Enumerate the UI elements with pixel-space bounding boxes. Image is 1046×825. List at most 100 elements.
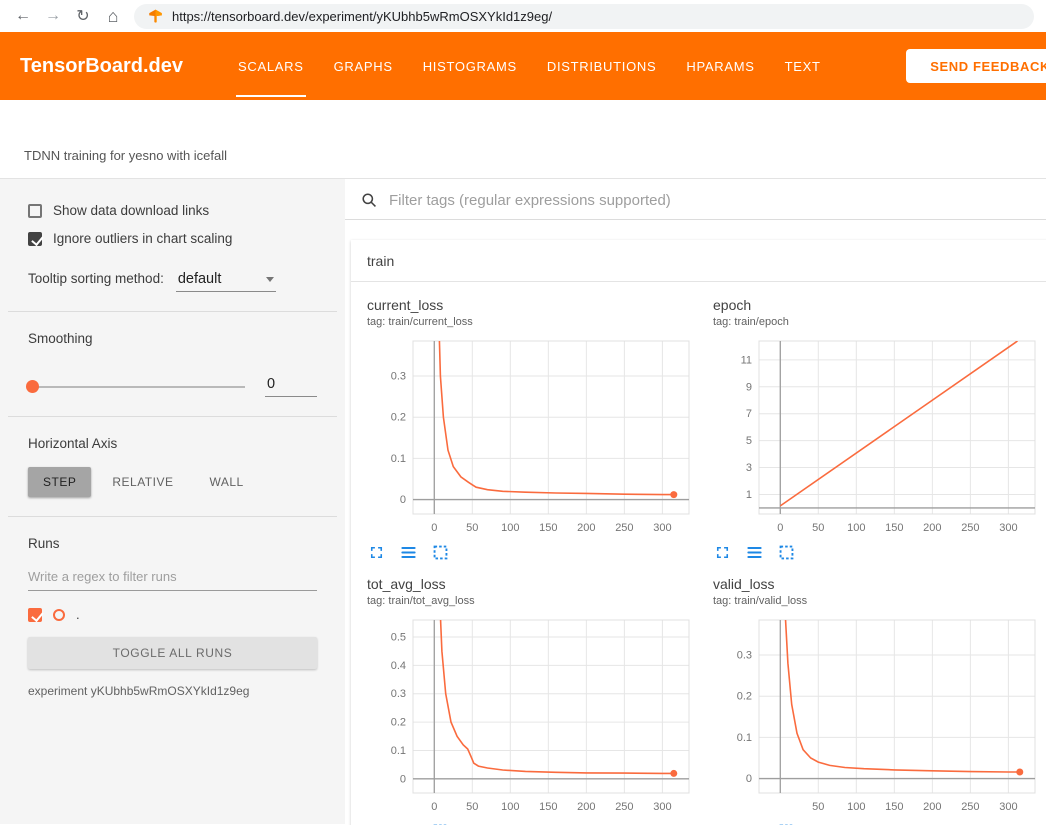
line-chart[interactable]: 05010015020025030000.10.20.3	[367, 335, 697, 540]
ignore-outliers-label: Ignore outliers in chart scaling	[53, 231, 232, 246]
search-icon	[361, 192, 378, 209]
ignore-outliers-row[interactable]: Ignore outliers in chart scaling	[28, 231, 317, 246]
svg-text:50: 50	[812, 801, 824, 813]
smoothing-label: Smoothing	[28, 331, 317, 346]
svg-text:0.5: 0.5	[391, 632, 406, 644]
train-section-header[interactable]: train	[351, 240, 1046, 282]
chart-grid: current_loss tag: train/current_loss 0 50…	[351, 282, 1046, 825]
slider-thumb[interactable]	[26, 380, 39, 393]
tab-text[interactable]: TEXT	[770, 32, 836, 100]
nav-tabs: SCALARS GRAPHS HISTOGRAMS DISTRIBUTIONS …	[223, 32, 836, 100]
browser-toolbar: ← → ↻ ⌂ https://tensorboard.dev/experime…	[0, 0, 1046, 32]
chart-tag: tag: train/epoch	[713, 316, 1043, 328]
divider	[8, 311, 337, 312]
svg-text:0.1: 0.1	[737, 732, 752, 744]
svg-text:250: 250	[615, 522, 633, 534]
expand-chart-icon[interactable]	[713, 543, 732, 562]
chart-card-valid-loss: valid_loss tag: train/valid_loss 5010015…	[713, 576, 1043, 825]
svg-text:0: 0	[746, 773, 752, 785]
tab-histograms[interactable]: HISTOGRAMS	[408, 32, 532, 100]
tooltip-sorting-dropdown[interactable]: default	[176, 270, 276, 292]
smoothing-value[interactable]: 0	[265, 376, 317, 397]
svg-text:150: 150	[885, 801, 903, 813]
run-checkbox[interactable]	[28, 608, 42, 622]
svg-text:150: 150	[885, 522, 903, 534]
horizontal-axis-label: Horizontal Axis	[28, 436, 317, 451]
chevron-down-icon	[266, 277, 274, 282]
send-feedback-button[interactable]: SEND FEEDBACK	[906, 49, 1046, 83]
svg-text:0.3: 0.3	[391, 688, 406, 700]
svg-text:100: 100	[501, 801, 519, 813]
data-series-icon[interactable]	[745, 543, 764, 562]
experiment-id-label: experiment yKUbhb5wRmOSXYkId1z9eg	[28, 684, 317, 698]
svg-text:0: 0	[431, 801, 437, 813]
svg-text:200: 200	[923, 801, 941, 813]
chart-title: current_loss	[367, 297, 697, 313]
svg-text:7: 7	[746, 408, 752, 420]
tooltip-sorting-label: Tooltip sorting method:	[28, 271, 164, 286]
svg-text:1: 1	[746, 489, 752, 501]
smoothing-slider[interactable]	[28, 386, 245, 388]
relative-button[interactable]: RELATIVE	[97, 467, 188, 497]
train-section-card: train current_loss tag: train/current_lo…	[351, 240, 1046, 825]
horizontal-axis-options: STEP RELATIVE WALL	[28, 467, 317, 497]
address-bar[interactable]: https://tensorboard.dev/experiment/yKUbh…	[134, 4, 1034, 29]
toggle-all-runs-button[interactable]: TOGGLE ALL RUNS	[28, 637, 317, 669]
smoothing-row: 0	[28, 376, 317, 397]
reload-icon[interactable]: ↻	[68, 2, 98, 30]
chart-tag: tag: train/valid_loss	[713, 595, 1043, 607]
svg-text:100: 100	[501, 522, 519, 534]
run-color-swatch	[53, 609, 65, 621]
svg-text:200: 200	[577, 801, 595, 813]
svg-text:50: 50	[466, 801, 478, 813]
svg-text:300: 300	[653, 801, 671, 813]
experiment-title: TDNN training for yesno with icefall	[24, 148, 227, 163]
show-download-links-checkbox[interactable]	[28, 204, 42, 218]
svg-text:150: 150	[539, 801, 557, 813]
tensorboard-favicon	[148, 9, 163, 24]
svg-text:0: 0	[400, 494, 406, 506]
svg-text:0.2: 0.2	[391, 717, 406, 729]
chart-card-current-loss: current_loss tag: train/current_loss 0 50…	[367, 297, 697, 562]
ignore-outliers-checkbox[interactable]	[28, 232, 42, 246]
line-chart[interactable]: 05010015020025030000.10.20.30.40.5	[367, 614, 697, 819]
svg-text:0.4: 0.4	[391, 660, 406, 672]
line-chart[interactable]: 0501001502002503001357911	[713, 335, 1043, 540]
chart-tag: tag: train/current_loss	[367, 316, 697, 328]
back-icon[interactable]: ←	[8, 2, 38, 30]
svg-text:0: 0	[400, 773, 406, 785]
svg-text:0.1: 0.1	[391, 745, 406, 757]
wall-button[interactable]: WALL	[194, 467, 258, 497]
svg-text:3: 3	[746, 462, 752, 474]
tooltip-sorting-value: default	[178, 271, 222, 287]
step-button[interactable]: STEP	[28, 467, 91, 497]
app-header: TensorBoard.dev SCALARS GRAPHS HISTOGRAM…	[0, 32, 1046, 100]
tab-graphs[interactable]: GRAPHS	[319, 32, 408, 100]
tab-hparams[interactable]: HPARAMS	[671, 32, 769, 100]
show-download-links-label: Show data download links	[53, 203, 209, 218]
svg-text:0: 0	[777, 522, 783, 534]
chart-tag: tag: train/tot_avg_loss	[367, 595, 697, 607]
settings-sidebar: Show data download links Ignore outliers…	[0, 179, 345, 824]
svg-text:0.3: 0.3	[737, 650, 752, 662]
svg-text:150: 150	[539, 522, 557, 534]
runs-filter-input[interactable]	[28, 561, 317, 591]
divider	[8, 516, 337, 517]
svg-text:50: 50	[466, 522, 478, 534]
svg-text:250: 250	[961, 801, 979, 813]
run-item[interactable]: .	[28, 607, 317, 622]
tab-scalars[interactable]: SCALARS	[223, 32, 319, 100]
expand-chart-icon[interactable]	[367, 543, 386, 562]
tab-distributions[interactable]: DISTRIBUTIONS	[532, 32, 672, 100]
forward-icon[interactable]: →	[38, 2, 68, 30]
show-download-links-row[interactable]: Show data download links	[28, 203, 317, 218]
fit-domain-icon[interactable]	[431, 543, 450, 562]
data-series-icon[interactable]	[399, 543, 418, 562]
svg-text:200: 200	[923, 522, 941, 534]
line-chart[interactable]: 5010015020025030000.10.20.3	[713, 614, 1043, 819]
fit-domain-icon[interactable]	[777, 543, 796, 562]
filter-tags-input[interactable]	[389, 192, 1028, 209]
run-name: .	[76, 607, 80, 622]
home-icon[interactable]: ⌂	[98, 2, 128, 30]
svg-text:0.2: 0.2	[737, 691, 752, 703]
